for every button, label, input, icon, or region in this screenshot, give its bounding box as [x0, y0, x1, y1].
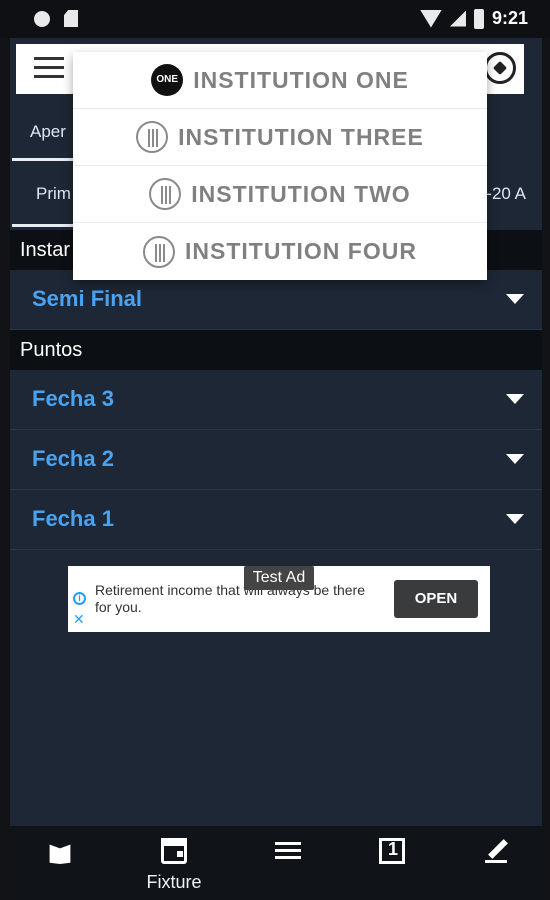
dropdown-item-label: INSTITUTION ONE	[193, 66, 409, 93]
nav-item-discipline[interactable]	[456, 838, 536, 872]
chevron-down-icon	[506, 394, 524, 404]
book-icon	[49, 844, 71, 864]
row-label: Fecha 2	[32, 446, 114, 471]
nav-item-book[interactable]	[20, 838, 100, 872]
dropdown-item-label: INSTITUTION FOUR	[185, 238, 417, 264]
institution-one-logo-icon: ONE	[151, 64, 184, 96]
battery-icon	[473, 8, 484, 29]
building-icon	[149, 178, 182, 210]
ad-text: Retirement income that will always be th…	[95, 582, 366, 615]
list-item-fecha-2[interactable]: Fecha 2	[10, 430, 542, 490]
dropdown-item-institution-one[interactable]: ONE INSTITUTION ONE	[73, 52, 487, 109]
dropdown-item-institution-two[interactable]: INSTITUTION TWO	[73, 166, 487, 223]
dropdown-item-label: INSTITUTION THREE	[178, 123, 424, 150]
nav-item-fixture[interactable]: Fixture	[134, 838, 214, 893]
test-ad-badge: Test Ad	[244, 566, 314, 590]
dropdown-item-institution-three[interactable]: INSTITUTION THREE	[73, 109, 487, 166]
status-bar: 9:21	[0, 0, 550, 38]
nav-item-list[interactable]	[248, 838, 328, 872]
cell-signal-icon	[449, 10, 466, 27]
row-label: Fecha 3	[32, 386, 114, 411]
tab-primera[interactable]: Prim	[36, 184, 71, 204]
device-edge-right	[542, 0, 550, 900]
dropdown-item-label: INSTITUTION TWO	[191, 180, 411, 207]
sd-card-icon	[64, 10, 78, 27]
section-header-puntos: Puntos	[10, 330, 542, 370]
bottom-navigation: Fixture	[10, 826, 542, 900]
status-bar-right: 9:21	[419, 8, 528, 29]
calendar-icon	[161, 838, 187, 864]
tab-sub-20[interactable]: -20 A	[486, 184, 526, 204]
wifi-icon	[419, 9, 442, 28]
dropdown-item-institution-four[interactable]: INSTITUTION FOUR	[73, 223, 487, 280]
list-icon	[275, 838, 301, 864]
row-label: Semi Final	[32, 286, 143, 311]
ad-open-button[interactable]: OPEN	[394, 580, 478, 618]
gavel-icon	[483, 838, 509, 864]
nav-item-ranking[interactable]	[352, 838, 432, 872]
chevron-down-icon	[506, 514, 524, 524]
nav-label: Fixture	[146, 872, 202, 892]
status-time: 9:21	[491, 8, 528, 28]
ranking-one-icon	[379, 838, 405, 864]
row-label: Fecha 1	[32, 506, 114, 531]
device-frame: 9:21 Aper Prim -20 A Instar Semi Final P…	[0, 0, 550, 900]
tab-apertura[interactable]: Aper	[30, 122, 66, 142]
ad-close-icon[interactable]: ✕	[73, 611, 85, 628]
status-bar-left	[34, 10, 78, 27]
chevron-down-icon	[506, 454, 524, 464]
building-icon	[143, 235, 176, 268]
menu-icon[interactable]	[34, 57, 64, 79]
institution-dropdown: ONE INSTITUTION ONE INSTITUTION THREE IN…	[73, 52, 487, 280]
list-item-fecha-3[interactable]: Fecha 3	[10, 370, 542, 430]
device-edge-left	[0, 0, 10, 900]
building-icon	[136, 121, 169, 153]
ad-info-icon[interactable]: i	[73, 592, 86, 605]
list-item-fecha-1[interactable]: Fecha 1	[10, 490, 542, 550]
soccer-ball-icon[interactable]	[484, 52, 516, 84]
chevron-down-icon	[506, 294, 524, 304]
notification-dot-icon	[34, 10, 50, 27]
